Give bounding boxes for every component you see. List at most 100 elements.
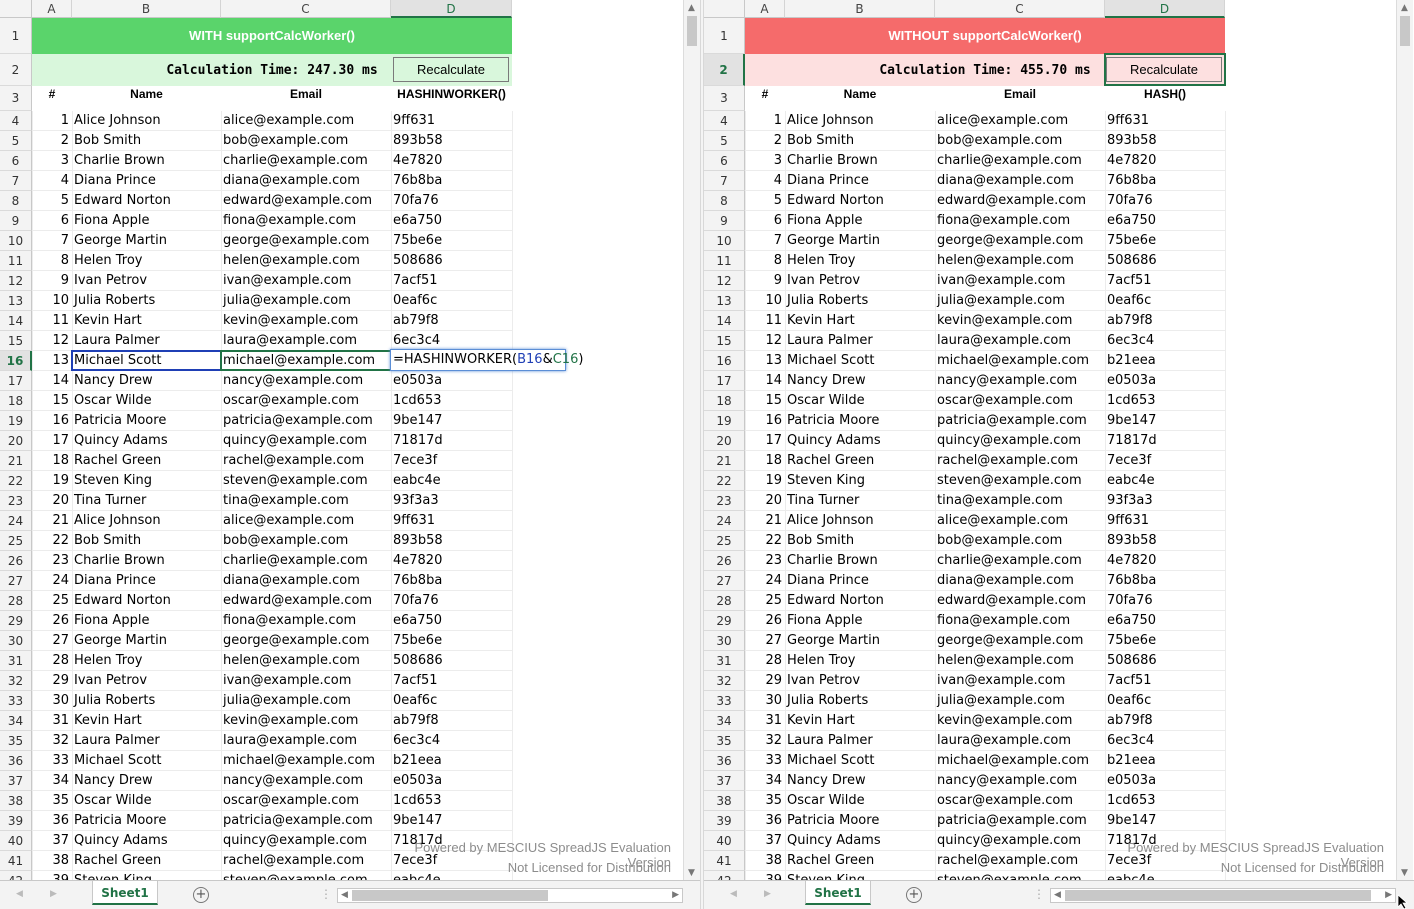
cell-email[interactable]: alice@example.com	[935, 111, 1105, 131]
cell-name[interactable]: Kevin Hart	[72, 711, 221, 731]
cell-number[interactable]: 10	[32, 291, 72, 311]
cell-hash[interactable]: 4e7820	[391, 551, 512, 571]
cell-name[interactable]: Ivan Petrov	[72, 671, 221, 691]
row-header[interactable]: 39	[704, 811, 745, 831]
cell-email[interactable]: julia@example.com	[935, 691, 1105, 711]
cell-number[interactable]: 32	[745, 731, 785, 751]
select-all-corner[interactable]	[704, 0, 745, 18]
cell-hash[interactable]: 70fa76	[1105, 591, 1225, 611]
cell-email[interactable]: edward@example.com	[221, 591, 391, 611]
cell-email[interactable]: nancy@example.com	[221, 371, 391, 391]
cell-email[interactable]: edward@example.com	[935, 191, 1105, 211]
cell-hash[interactable]: 93f3a3	[1105, 491, 1225, 511]
recalculate-button[interactable]: Recalculate	[393, 57, 509, 82]
cell-name[interactable]: Diana Prince	[785, 171, 935, 191]
cell-hash[interactable]: 9ff631	[391, 111, 512, 131]
cell-hash[interactable]: b21eea	[1105, 751, 1225, 771]
row-header[interactable]: 23	[0, 491, 32, 511]
triangle-down-icon[interactable]: ▼	[1401, 868, 1408, 878]
cell-number[interactable]: 19	[745, 471, 785, 491]
cell-name[interactable]: Oscar Wilde	[785, 791, 935, 811]
cell-name[interactable]: Alice Johnson	[785, 111, 935, 131]
cell-hash[interactable]: 893b58	[391, 131, 512, 151]
cell-number[interactable]: 18	[32, 451, 72, 471]
row-header[interactable]: 37	[0, 771, 32, 791]
cell-hash[interactable]: e0503a	[1105, 371, 1225, 391]
cell-hash[interactable]: ab79f8	[391, 711, 512, 731]
cell-number[interactable]: 18	[745, 451, 785, 471]
cell-hash[interactable]: 6ec3c4	[1105, 731, 1225, 751]
row-header[interactable]: 10	[0, 231, 32, 251]
cell-number[interactable]: 21	[32, 511, 72, 531]
cell-number[interactable]: 14	[32, 371, 72, 391]
cell-number[interactable]: 34	[745, 771, 785, 791]
cell-name[interactable]: Bob Smith	[785, 131, 935, 151]
row-header[interactable]: 36	[0, 751, 32, 771]
cell-hash[interactable]: 4e7820	[391, 151, 512, 171]
cell-email[interactable]: rachel@example.com	[935, 451, 1105, 471]
row-header[interactable]: 4	[704, 111, 745, 131]
row-header[interactable]: 18	[704, 391, 745, 411]
cell-number[interactable]: 28	[745, 651, 785, 671]
row-header[interactable]: 30	[704, 631, 745, 651]
cell-name[interactable]: Michael Scott	[72, 751, 221, 771]
cell-email[interactable]: charlie@example.com	[221, 551, 391, 571]
sheet-tab-sheet1[interactable]: Sheet1	[92, 881, 158, 905]
row-header[interactable]: 19	[0, 411, 32, 431]
cell-number[interactable]: 24	[32, 571, 72, 591]
horizontal-scroll-thumb[interactable]	[352, 890, 548, 901]
row-header[interactable]: 14	[704, 311, 745, 331]
col-header-d[interactable]: D	[1105, 0, 1225, 18]
cell-hash[interactable]: 508686	[1105, 251, 1225, 271]
cell-number[interactable]: 14	[745, 371, 785, 391]
col-header-a[interactable]: A	[745, 0, 785, 18]
cell-number[interactable]: 9	[745, 271, 785, 291]
row-header[interactable]: 7	[704, 171, 745, 191]
cell-name[interactable]: Rachel Green	[72, 451, 221, 471]
cell-hash[interactable]: 76b8ba	[391, 571, 512, 591]
tab-nav-left-icon[interactable]: ◀	[730, 889, 737, 899]
row-header[interactable]: 6	[0, 151, 32, 171]
row-header[interactable]: 31	[0, 651, 32, 671]
row-header[interactable]: 5	[704, 131, 745, 151]
cell-email[interactable]: diana@example.com	[221, 571, 391, 591]
cell-hash[interactable]: 7ece3f	[391, 451, 512, 471]
cell-email[interactable]: patricia@example.com	[935, 411, 1105, 431]
cell-email[interactable]: helen@example.com	[221, 651, 391, 671]
row-header[interactable]: 24	[0, 511, 32, 531]
plus-circle-icon[interactable]: +	[906, 887, 922, 903]
cell-hash[interactable]: 9ff631	[391, 511, 512, 531]
scroll-thumb[interactable]	[687, 16, 697, 46]
cell-name[interactable]: Bob Smith	[785, 531, 935, 551]
cell-name[interactable]: Steven King	[72, 471, 221, 491]
triangle-right-icon[interactable]: ▶	[1385, 890, 1392, 900]
tab-nav-right-icon[interactable]: ▶	[764, 889, 771, 899]
cell-number[interactable]: 30	[745, 691, 785, 711]
cell-name[interactable]: Nancy Drew	[72, 371, 221, 391]
cell-number[interactable]: 29	[32, 671, 72, 691]
splitter-dots-icon[interactable]: ⋮	[1033, 887, 1045, 901]
cell-name[interactable]: Edward Norton	[785, 591, 935, 611]
triangle-left-icon[interactable]: ◀	[341, 890, 348, 900]
row-header[interactable]: 20	[704, 431, 745, 451]
cell-number[interactable]: 25	[745, 591, 785, 611]
cell-hash[interactable]: 9ff631	[1105, 111, 1225, 131]
cell-hash[interactable]: 0eaf6c	[1105, 291, 1225, 311]
cell-name[interactable]: Laura Palmer	[785, 731, 935, 751]
vertical-scrollbar[interactable]: ▲ ▼	[683, 0, 700, 880]
cell-name[interactable]: Diana Prince	[72, 571, 221, 591]
cell-hash[interactable]: 9be147	[391, 811, 512, 831]
cell-number[interactable]: 35	[745, 791, 785, 811]
cell-email[interactable]: oscar@example.com	[935, 791, 1105, 811]
cell-name[interactable]: Bob Smith	[72, 131, 221, 151]
cell-number[interactable]: 23	[32, 551, 72, 571]
cell-name[interactable]: Kevin Hart	[785, 711, 935, 731]
cell-email[interactable]: quincy@example.com	[221, 831, 391, 851]
splitter-dots-icon[interactable]: ⋮	[320, 887, 332, 901]
cell-email[interactable]: helen@example.com	[935, 251, 1105, 271]
cell-number[interactable]: 22	[745, 531, 785, 551]
scroll-thumb[interactable]	[1400, 16, 1410, 46]
cell-name[interactable]: Oscar Wilde	[72, 791, 221, 811]
cell-number[interactable]: 26	[745, 611, 785, 631]
referenced-cell-c16[interactable]	[220, 350, 392, 371]
